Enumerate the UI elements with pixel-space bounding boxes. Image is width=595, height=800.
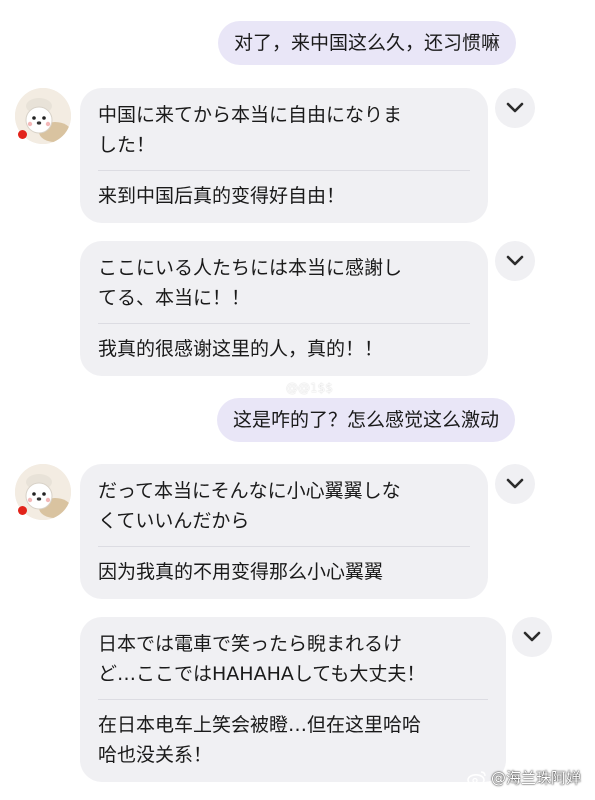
incoming-message[interactable]: 日本では電車で笑ったら睨まれるけ ど…ここではHAHAHAしても大丈夫！ 在日本… — [80, 617, 506, 782]
chevron-down-icon — [506, 255, 524, 266]
text-line: した！ — [98, 134, 156, 156]
japanese-text: 中国に来てから本当に自由になりま した！ — [98, 100, 470, 170]
incoming-message[interactable]: 中国に来てから本当に自由になりま した！ 来到中国后真的变得好自由！ — [80, 88, 488, 223]
chinese-translation: 在日本电车上笑会被瞪…但在这里哈哈 哈也没关系！ — [98, 710, 488, 770]
online-status-dot — [18, 506, 27, 515]
text-line: 中国に来てから本当に自由になりま — [98, 104, 403, 126]
incoming-message[interactable]: ここにいる人たちには本当に感謝し てる、本当に！！ 我真的很感谢这里的人，真的！… — [80, 241, 488, 376]
text-line: ここにいる人たちには本当に感謝し — [98, 257, 403, 279]
online-status-dot — [18, 130, 27, 139]
faint-watermark: @@1$$ — [286, 381, 333, 395]
text-line: だって本当にそんなに小心翼翼しな — [98, 480, 401, 502]
chevron-down-icon — [506, 102, 524, 113]
outgoing-message[interactable]: 对了，来中国这么久，还习惯嘛 — [218, 21, 517, 65]
text-line: ど…ここではHAHAHAしても大丈夫！ — [98, 663, 426, 685]
chinese-translation: 我真的很感谢这里的人，真的！！ — [98, 338, 384, 360]
text-line: くていいんだから — [98, 510, 250, 532]
text-line: 哈也没关系！ — [98, 744, 213, 766]
message-text: 对了，来中国这么久，还习惯嘛 — [234, 32, 501, 54]
message-text: 这是咋的了？怎么感觉这么激动 — [233, 409, 500, 431]
chinese-translation: 因为我真的不用变得那么小心翼翼 — [98, 561, 384, 583]
translation-divider — [98, 170, 470, 171]
japanese-text: ここにいる人たちには本当に感謝し てる、本当に！！ — [98, 253, 470, 323]
translation-divider — [98, 699, 488, 700]
outgoing-message[interactable]: 这是咋的了？怎么感觉这么激动 — [217, 398, 516, 442]
text-line: 日本では電車で笑ったら睨まれるけ — [98, 633, 403, 655]
weibo-watermark: @海兰珠阿婵 — [467, 767, 581, 788]
translation-divider — [98, 546, 470, 547]
chinese-translation: 来到中国后真的变得好自由！ — [98, 185, 346, 207]
chevron-down-icon — [506, 478, 524, 489]
translation-divider — [98, 323, 470, 324]
incoming-message[interactable]: だって本当にそんなに小心翼翼しな くていいんだから 因为我真的不用变得那么小心翼… — [80, 464, 488, 599]
watermark-text: @海兰珠阿婵 — [490, 769, 581, 787]
japanese-text: 日本では電車で笑ったら睨まれるけ ど…ここではHAHAHAしても大丈夫！ — [98, 629, 488, 699]
expand-button[interactable] — [495, 241, 535, 281]
weibo-logo-icon — [467, 770, 486, 786]
expand-button[interactable] — [495, 464, 535, 504]
expand-button[interactable] — [512, 617, 552, 657]
text-line: 在日本电车上笑会被瞪…但在这里哈哈 — [98, 714, 422, 736]
expand-button[interactable] — [495, 88, 535, 128]
chevron-down-icon — [523, 631, 541, 642]
japanese-text: だって本当にそんなに小心翼翼しな くていいんだから — [98, 476, 470, 546]
text-line: てる、本当に！！ — [98, 287, 251, 309]
